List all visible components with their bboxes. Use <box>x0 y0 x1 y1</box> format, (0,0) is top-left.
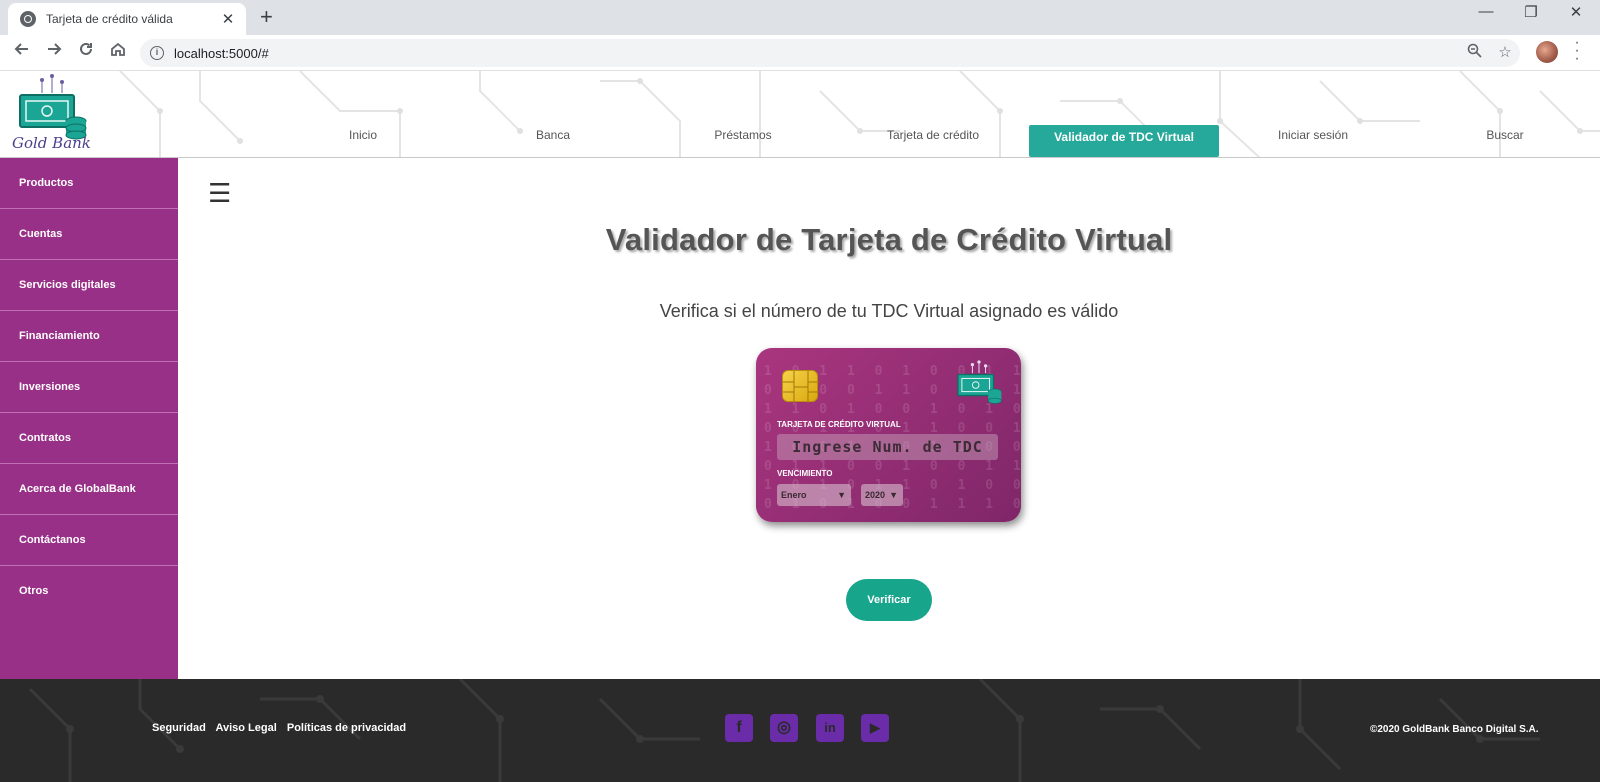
nav-iniciar-sesion[interactable]: Iniciar sesión <box>1263 123 1363 151</box>
window-close-icon[interactable]: ✕ <box>1566 3 1586 21</box>
nav-inicio[interactable]: Inicio <box>320 123 406 151</box>
sidebar-item-inversiones[interactable]: Inversiones <box>0 362 178 413</box>
chevron-down-icon: ▼ <box>889 490 898 500</box>
info-icon[interactable]: i <box>150 46 164 60</box>
nav-validador-tdc-virtual[interactable]: Validador de TDC Virtual <box>1029 125 1219 157</box>
footer-link-aviso-legal[interactable]: Aviso Legal <box>215 722 276 734</box>
expiry-label: VENCIMIENTO <box>777 469 833 478</box>
sidebar-item-servicios-digitales[interactable]: Servicios digitales <box>0 260 178 311</box>
card-type-label: TARJETA DE CRÉDITO VIRTUAL <box>777 420 901 429</box>
expiry-month-select[interactable]: Enero ▼ <box>777 484 851 506</box>
footer-link-seguridad[interactable]: Seguridad <box>152 722 206 734</box>
card-chip-icon <box>782 370 819 403</box>
nav-banca[interactable]: Banca <box>510 123 596 151</box>
sidebar-item-acerca-de[interactable]: Acerca de GlobalBank <box>0 464 178 515</box>
nav-tarjeta-de-credito[interactable]: Tarjeta de crédito <box>868 123 998 151</box>
browser-toolbar: i localhost:5000/# ☆ <box>0 35 1600 71</box>
sidebar-item-contratos[interactable]: Contratos <box>0 413 178 464</box>
menu-icon[interactable]: · · · <box>1572 35 1582 67</box>
zoom-icon[interactable] <box>1464 43 1484 64</box>
copyright-text: ©2020 GoldBank Banco Digital S.A. <box>1370 724 1539 735</box>
expiry-year-value: 2020 <box>865 490 886 500</box>
browser-tab[interactable]: Tarjeta de crédito válida ✕ <box>8 3 246 35</box>
url-text: localhost:5000/# <box>174 45 269 61</box>
new-tab-button[interactable]: + <box>260 5 273 29</box>
tab-title: Tarjeta de crédito válida <box>46 12 173 26</box>
tab-close-icon[interactable]: ✕ <box>220 10 236 28</box>
footer-links: Seguridad Aviso Legal Políticas de priva… <box>152 722 413 734</box>
sidebar: Productos Cuentas Servicios digitales Fi… <box>0 158 178 679</box>
page-subtitle: Verifica si el número de tu TDC Virtual … <box>659 301 1119 321</box>
forward-icon[interactable] <box>42 40 66 64</box>
expiry-year-select[interactable]: 2020 ▼ <box>861 484 903 506</box>
virtual-credit-card: 1 0 1 1 0 1 0 0 1 1 0 1 0 0 1 1 0 1 0 1 … <box>756 348 1021 522</box>
hamburger-menu-icon[interactable]: ☰ <box>208 180 231 206</box>
youtube-icon[interactable]: ▶ <box>861 714 889 742</box>
chevron-down-icon: ▼ <box>837 490 846 500</box>
nav-prestamos[interactable]: Préstamos <box>693 123 793 151</box>
card-logo-icon <box>957 360 1002 404</box>
browser-tabstrip: Tarjeta de crédito válida ✕ + — ❐ ✕ <box>0 0 1600 35</box>
page-title: Validador de Tarjeta de Crédito Virtual <box>605 222 1173 257</box>
facebook-icon[interactable]: f <box>725 714 753 742</box>
address-bar[interactable]: i localhost:5000/# <box>140 39 1520 67</box>
site-header: Gold Bank Inicio Banca Préstamos Tarjeta… <box>0 71 1600 158</box>
globe-icon <box>20 11 36 27</box>
card-number-input[interactable]: Ingrese Num. de TDC <box>777 434 998 460</box>
profile-avatar[interactable] <box>1536 41 1558 63</box>
sidebar-item-financiamiento[interactable]: Financiamiento <box>0 311 178 362</box>
verify-button[interactable]: Verificar <box>846 579 932 621</box>
reload-icon[interactable] <box>74 40 98 64</box>
linkedin-icon[interactable]: in <box>816 714 844 742</box>
footer-link-privacidad[interactable]: Políticas de privacidad <box>287 722 406 734</box>
footer: Seguridad Aviso Legal Políticas de priva… <box>0 679 1600 782</box>
home-icon[interactable] <box>106 40 130 64</box>
sidebar-item-productos[interactable]: Productos <box>0 158 178 209</box>
sidebar-item-contactanos[interactable]: Contáctanos <box>0 515 178 566</box>
sidebar-item-otros[interactable]: Otros <box>0 566 178 617</box>
expiry-month-value: Enero <box>781 490 807 500</box>
logo-text: Gold Bank <box>12 134 91 152</box>
restore-icon[interactable]: ❐ <box>1521 3 1541 21</box>
back-icon[interactable] <box>10 40 34 64</box>
sidebar-item-cuentas[interactable]: Cuentas <box>0 209 178 260</box>
star-icon[interactable]: ☆ <box>1495 43 1515 63</box>
minimize-icon[interactable]: — <box>1476 3 1496 20</box>
instagram-icon[interactable]: ◎ <box>770 714 798 742</box>
nav-buscar[interactable]: Buscar <box>1465 123 1545 151</box>
